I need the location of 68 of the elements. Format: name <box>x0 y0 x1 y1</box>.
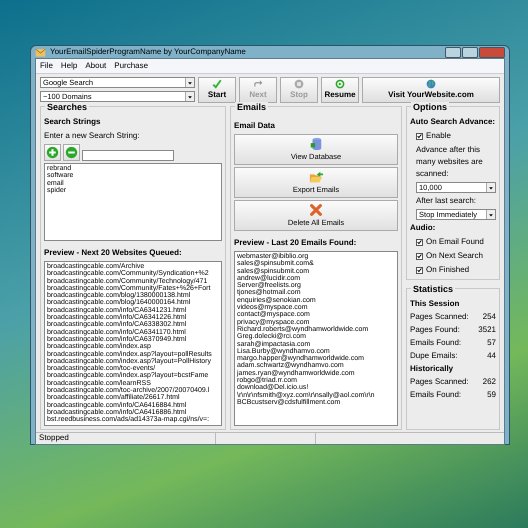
stat-value: 44 <box>487 350 496 362</box>
stat-value: 57 <box>487 337 496 349</box>
checkbox-label: On Next Search <box>426 250 483 262</box>
checkmark-icon <box>210 79 224 89</box>
database-icon <box>309 136 323 151</box>
checkmark-icon <box>417 267 422 273</box>
dropdown-caret-icon <box>187 80 193 86</box>
minus-icon <box>65 146 78 159</box>
checkbox[interactable] <box>416 132 423 140</box>
section-heading: Auto Search Advance: <box>410 116 496 128</box>
section-heading: This Session <box>410 298 460 310</box>
status-text: Stopped <box>36 432 216 444</box>
close-button[interactable] <box>479 46 505 58</box>
section-heading: Audio: <box>410 222 436 234</box>
app-icon <box>35 46 46 58</box>
group-title: Emails <box>235 102 268 112</box>
group-title: Options <box>411 102 449 112</box>
checkbox-label: On Finished <box>426 264 470 276</box>
remove-button[interactable] <box>63 144 80 161</box>
checkmark-icon <box>417 239 422 245</box>
menu-item[interactable]: About <box>85 60 106 72</box>
field-label: Advance after this many websites are scanned: <box>415 144 484 180</box>
stat-label: Pages Scanned: <box>410 311 469 323</box>
stat-label: Dupe Emails: <box>410 350 458 362</box>
checkbox[interactable] <box>416 238 423 246</box>
stat-label: Emails Found: <box>410 337 462 349</box>
stat-value: 59 <box>487 389 496 401</box>
stat-label: Pages Scanned: <box>410 376 469 388</box>
maximize-button[interactable] <box>462 46 478 58</box>
checkbox-label: On Email Found <box>426 236 484 248</box>
section-heading: Historically <box>410 363 454 375</box>
menu-item[interactable]: Purchase <box>114 60 148 72</box>
stat-value: 254 <box>482 311 496 323</box>
menu-item[interactable]: File <box>40 60 53 72</box>
toolbar-button[interactable]: Visit YourWebsite.com <box>362 77 500 103</box>
window-title: YourEmailSpiderProgramName by YourCompanyName <box>50 46 246 58</box>
toolbar-button[interactable]: Resume <box>321 77 359 103</box>
stat-label: Emails Found: <box>410 389 462 401</box>
checkbox[interactable] <box>416 266 423 274</box>
checkmark-icon <box>417 133 422 139</box>
stat-value: 3521 <box>478 324 496 336</box>
section-heading: Search Strings <box>44 116 102 128</box>
stat-label: Pages Found: <box>410 324 460 336</box>
group-title: Searches <box>45 102 90 112</box>
section-heading: Preview - Last 20 Emails Found: <box>234 237 358 249</box>
group-title: Statistics <box>411 284 456 294</box>
checkbox[interactable] <box>416 252 423 260</box>
checkbox-label: Enable <box>426 130 451 142</box>
checkmark-icon <box>417 253 422 259</box>
dropdown-caret-icon <box>488 184 494 190</box>
dropdown-caret-icon <box>488 212 494 218</box>
stat-value: 262 <box>482 376 496 388</box>
globe-icon <box>424 79 438 89</box>
menu-item[interactable]: Help <box>60 60 78 72</box>
search-string-input[interactable] <box>82 150 174 161</box>
plus-icon <box>46 146 59 159</box>
play-circle-icon <box>333 79 347 89</box>
section-heading: Email Data <box>234 120 276 132</box>
add-button[interactable] <box>44 144 61 161</box>
minimize-button[interactable] <box>445 46 461 58</box>
field-label: Enter a new Search String: <box>44 130 141 142</box>
dropdown-caret-icon <box>187 94 193 100</box>
folder-icon <box>309 170 323 184</box>
stop-icon <box>292 79 306 89</box>
toolbar-button[interactable]: Start <box>198 77 236 103</box>
delete-icon <box>309 202 323 217</box>
field-label: After last search: <box>415 195 478 207</box>
section-heading: Preview - Next 20 Websites Queued: <box>44 247 183 259</box>
